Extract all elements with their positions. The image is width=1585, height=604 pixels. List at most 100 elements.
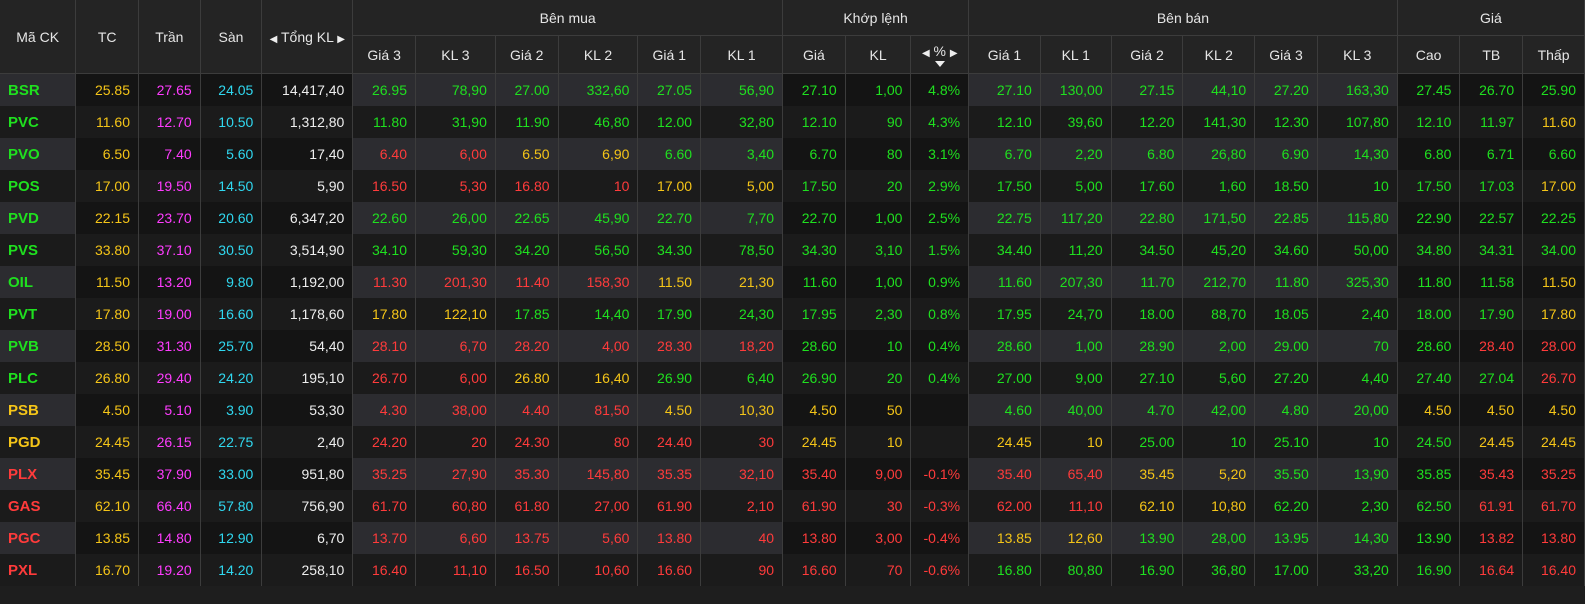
col-header-sell-vol-1[interactable]: KL 1 xyxy=(1040,35,1112,74)
group-header-price: Giá xyxy=(1397,0,1585,36)
symbol-cell[interactable]: PVO xyxy=(0,138,77,170)
symbol-cell[interactable]: PVS xyxy=(0,234,77,266)
buy-price-1-cell: 16.60 xyxy=(637,554,702,586)
floor-cell: 10.50 xyxy=(200,106,263,138)
col-header-sell-price-2[interactable]: Giá 2 xyxy=(1111,35,1184,74)
col-header-sell-price-1[interactable]: Giá 1 xyxy=(968,35,1041,74)
buy-price-1-cell: 17.00 xyxy=(637,170,702,202)
floor-cell: 24.05 xyxy=(200,73,263,106)
col-header-buy-vol-2[interactable]: KL 2 xyxy=(558,35,639,74)
scroll-left-icon[interactable]: ◀ xyxy=(270,34,278,45)
table-row[interactable]: PLC 26.80 29.40 24.20 195,10 26.70 6,00 26.80 16… xyxy=(0,362,1585,394)
col-header-sell-vol-3[interactable]: KL 3 xyxy=(1317,35,1398,74)
col-header-change-percent[interactable]: ◀ % ▶ xyxy=(910,35,970,74)
symbol-cell[interactable]: POS xyxy=(0,170,77,202)
ceiling-cell: 12.70 xyxy=(138,106,201,138)
col-header-buy-vol-1[interactable]: KL 1 xyxy=(700,35,784,74)
sell-vol-1-cell: 65,40 xyxy=(1040,458,1112,490)
col-header-match-price[interactable]: Giá xyxy=(782,35,846,74)
total-volume-cell: 195,10 xyxy=(261,362,354,394)
low-price-cell: 34.00 xyxy=(1522,234,1585,266)
symbol-cell[interactable]: PVT xyxy=(0,298,77,330)
symbol-cell[interactable]: PLX xyxy=(0,458,77,490)
change-percent-cell xyxy=(910,394,970,426)
buy-vol-3-cell: 6,70 xyxy=(415,330,496,362)
col-header-reference[interactable]: TC xyxy=(75,0,139,74)
table-row[interactable]: PVD 22.15 23.70 20.60 6,347,20 22.60 26,00 22.6… xyxy=(0,202,1585,234)
table-row[interactable]: PVC 11.60 12.70 10.50 1,312,80 11.80 31,90 11.9… xyxy=(0,106,1585,138)
col-header-high[interactable]: Cao xyxy=(1397,35,1461,74)
toggle-left-icon[interactable]: ◀ xyxy=(922,48,930,59)
buy-price-3-cell: 34.10 xyxy=(352,234,416,266)
average-price-cell: 61.91 xyxy=(1459,490,1524,522)
symbol-cell[interactable]: PXL xyxy=(0,554,77,586)
col-header-average[interactable]: TB xyxy=(1459,35,1524,74)
average-price-cell: 28.40 xyxy=(1459,330,1524,362)
buy-vol-2-cell: 27,00 xyxy=(558,490,639,522)
table-row[interactable]: PVT 17.80 19.00 16.60 1,178,60 17.80 122,10 17.… xyxy=(0,298,1585,330)
symbol-cell[interactable]: PGD xyxy=(0,426,77,458)
low-price-cell: 28.00 xyxy=(1522,330,1585,362)
table-row[interactable]: PVS 33.80 37.10 30.50 3,514,90 34.10 59,30 34.2… xyxy=(0,234,1585,266)
total-volume-cell: 6,70 xyxy=(261,522,354,554)
col-header-ceiling[interactable]: Trần xyxy=(138,0,201,74)
buy-price-1-cell: 35.35 xyxy=(637,458,702,490)
change-percent-cell: -0.6% xyxy=(910,554,970,586)
col-header-buy-price-3[interactable]: Giá 3 xyxy=(352,35,416,74)
symbol-cell[interactable]: GAS xyxy=(0,490,77,522)
symbol-cell[interactable]: OIL xyxy=(0,266,77,298)
buy-vol-3-cell: 38,00 xyxy=(415,394,496,426)
col-header-match-volume[interactable]: KL xyxy=(845,35,912,74)
table-row[interactable]: PXL 16.70 19.20 14.20 258,10 16.40 11,10 16.50 1… xyxy=(0,554,1585,586)
table-row[interactable]: BSR 25.85 27.65 24.05 14,417,40 26.95 78,90 27.… xyxy=(0,73,1585,106)
table-row[interactable]: OIL 11.50 13.20 9.80 1,192,00 11.30 201,30 11.4… xyxy=(0,266,1585,298)
ceiling-cell: 19.20 xyxy=(138,554,201,586)
col-header-low[interactable]: Thấp xyxy=(1522,35,1585,74)
col-header-buy-vol-3[interactable]: KL 3 xyxy=(415,35,496,74)
reference-cell: 6.50 xyxy=(75,138,139,170)
table-row[interactable]: PVB 28.50 31.30 25.70 54,40 28.10 6,70 28.20 4,0… xyxy=(0,330,1585,362)
symbol-cell[interactable]: PVC xyxy=(0,106,77,138)
sell-vol-3-cell: 325,30 xyxy=(1317,266,1398,298)
sort-desc-icon[interactable] xyxy=(934,60,945,67)
toggle-right-icon[interactable]: ▶ xyxy=(950,48,958,59)
col-header-buy-price-1[interactable]: Giá 1 xyxy=(637,35,702,74)
average-price-cell: 24.45 xyxy=(1459,426,1524,458)
table-row[interactable]: GAS 62.10 66.40 57.80 756,90 61.70 60,80 61.80 2… xyxy=(0,490,1585,522)
col-header-sell-vol-2[interactable]: KL 2 xyxy=(1182,35,1256,74)
buy-price-2-cell: 11.40 xyxy=(495,266,559,298)
buy-price-1-cell: 61.90 xyxy=(637,490,702,522)
symbol-cell[interactable]: PVD xyxy=(0,202,77,234)
scroll-right-icon[interactable]: ▶ xyxy=(337,34,345,45)
table-row[interactable]: PGC 13.85 14.80 12.90 6,70 13.70 6,60 13.75 5,60… xyxy=(0,522,1585,554)
symbol-cell[interactable]: PSB xyxy=(0,394,77,426)
sell-price-3-cell: 11.80 xyxy=(1254,266,1318,298)
sell-vol-2-cell: 42,00 xyxy=(1182,394,1256,426)
symbol-cell[interactable]: PVB xyxy=(0,330,77,362)
table-row[interactable]: PLX 35.45 37.90 33.00 951,80 35.25 27,90 35.30 1… xyxy=(0,458,1585,490)
high-price-cell: 27.45 xyxy=(1397,73,1461,106)
sell-vol-2-cell: 5,20 xyxy=(1182,458,1256,490)
ceiling-cell: 23.70 xyxy=(138,202,201,234)
symbol-cell[interactable]: PLC xyxy=(0,362,77,394)
table-row[interactable]: PGD 24.45 26.15 22.75 2,40 24.20 20 24.30 80 24.4… xyxy=(0,426,1585,458)
match-volume-cell: 80 xyxy=(845,138,912,170)
col-header-floor[interactable]: Sàn xyxy=(200,0,263,74)
sell-price-2-cell: 13.90 xyxy=(1111,522,1184,554)
table-row[interactable]: PSB 4.50 5.10 3.90 53,30 4.30 38,00 4.40 81,50 4.… xyxy=(0,394,1585,426)
average-price-cell: 11.58 xyxy=(1459,266,1524,298)
sell-price-3-cell: 4.80 xyxy=(1254,394,1318,426)
sell-vol-2-cell: 2,00 xyxy=(1182,330,1256,362)
symbol-cell[interactable]: BSR xyxy=(0,73,77,106)
table-row[interactable]: PVO 6.50 7.40 5.60 17,40 6.40 6,00 6.50 6,90 6.60… xyxy=(0,138,1585,170)
sell-price-2-cell: 28.90 xyxy=(1111,330,1184,362)
col-header-symbol[interactable]: Mã CK xyxy=(0,0,77,74)
col-header-total-volume[interactable]: ◀ Tổng KL ▶ xyxy=(261,0,354,74)
col-header-sell-price-3[interactable]: Giá 3 xyxy=(1254,35,1318,74)
buy-vol-2-cell: 158,30 xyxy=(558,266,639,298)
table-row[interactable]: POS 17.00 19.50 14.50 5,90 16.50 5,30 16.80 10 17… xyxy=(0,170,1585,202)
total-volume-cell: 54,40 xyxy=(261,330,354,362)
symbol-cell[interactable]: PGC xyxy=(0,522,77,554)
high-price-cell: 22.90 xyxy=(1397,202,1461,234)
col-header-buy-price-2[interactable]: Giá 2 xyxy=(495,35,559,74)
